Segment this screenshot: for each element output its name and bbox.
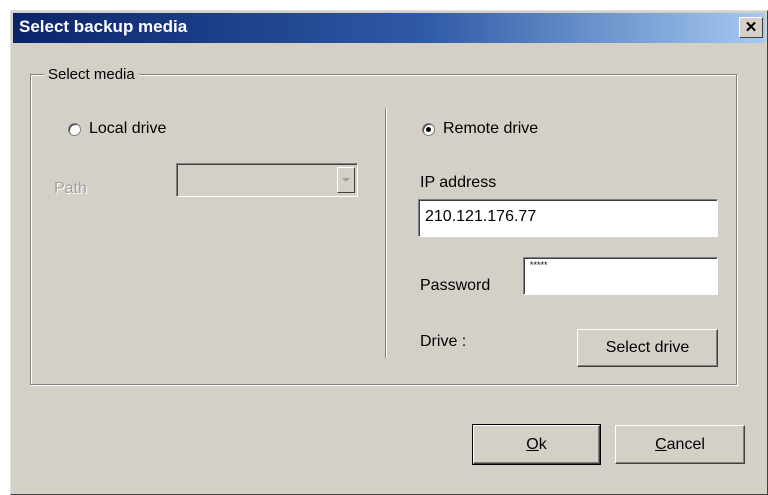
remote-drive-radio-circle[interactable] [422,122,435,136]
window-title: Select backup media [19,17,188,36]
select-drive-button[interactable]: Select drive [577,329,718,367]
ip-address-input[interactable]: 210.121.176.77 [418,199,718,237]
ip-address-value: 210.121.176.77 [425,208,537,225]
cancel-label: Cancel [655,435,705,453]
close-button[interactable]: ✕ [739,17,763,38]
local-drive-radio-circle[interactable] [68,122,81,136]
local-drive-label: Local drive [89,120,167,137]
password-mask: ***** [530,260,548,270]
ok-button[interactable]: Ok [472,424,601,465]
close-icon: ✕ [744,19,758,36]
group-label: Select media [44,66,139,83]
title-bar[interactable]: Select backup media ✕ [13,13,765,43]
path-label: Path [54,180,87,197]
local-drive-radio[interactable]: Local drive [68,120,166,138]
chevron-down-icon [342,178,350,182]
remote-drive-radio[interactable]: Remote drive [422,120,538,138]
ok-label: Ok [526,435,547,453]
ip-address-label: IP address [420,174,497,191]
select-drive-label: Select drive [605,339,690,356]
vertical-divider [385,108,387,358]
password-label: Password [420,277,491,294]
drive-label: Drive : [420,333,467,350]
remote-drive-label: Remote drive [443,120,539,137]
cancel-button[interactable]: Cancel [615,425,745,464]
path-combobox[interactable] [176,163,358,197]
password-input[interactable]: ***** [523,257,718,295]
path-dropdown-button[interactable] [337,167,355,193]
